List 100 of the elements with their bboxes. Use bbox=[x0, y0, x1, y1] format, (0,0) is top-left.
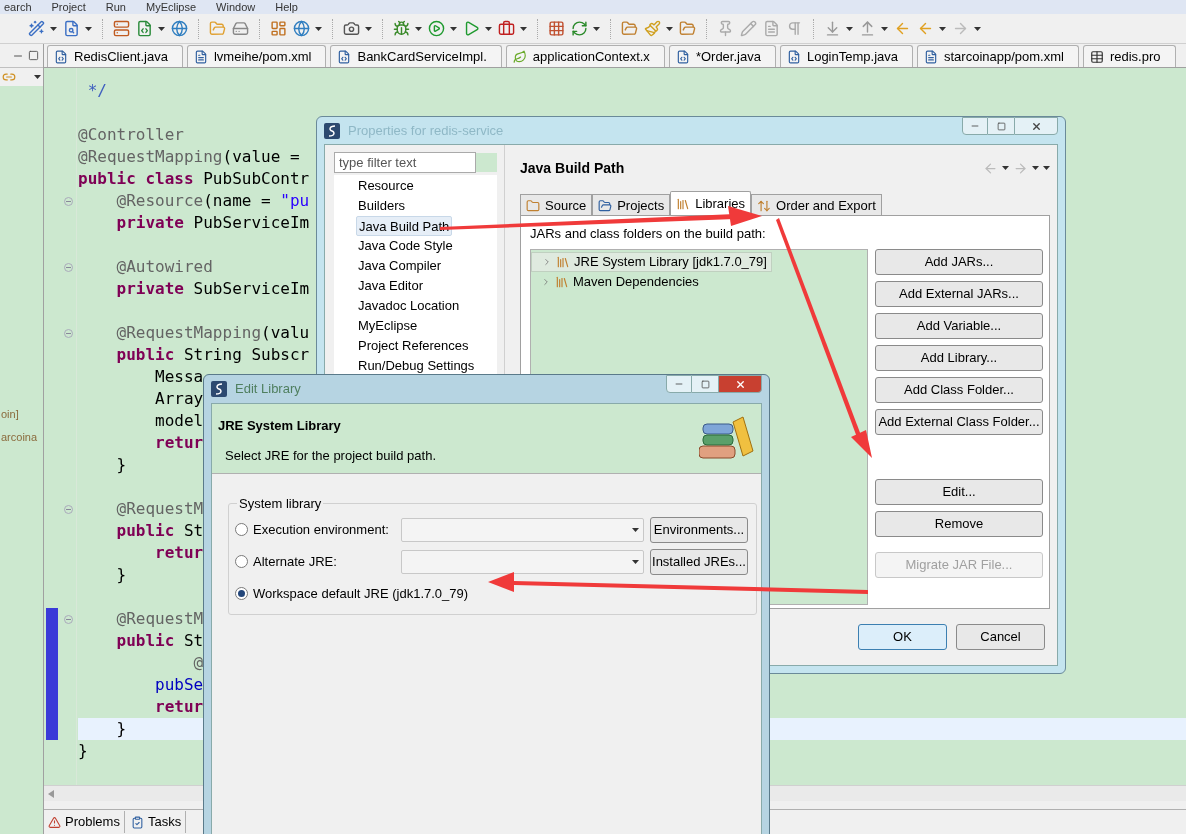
editor-tab[interactable]: starcoinapp/pom.xml bbox=[917, 45, 1079, 67]
caret-icon[interactable] bbox=[974, 26, 981, 31]
pencil-icon[interactable] bbox=[740, 20, 757, 37]
menu-item[interactable]: Window bbox=[216, 0, 256, 14]
radio-button[interactable] bbox=[235, 523, 248, 536]
arrow-down-icon[interactable] bbox=[824, 20, 841, 37]
link-icon[interactable] bbox=[2, 70, 16, 84]
document-icon[interactable] bbox=[763, 20, 780, 37]
tree-item[interactable]: MyEclipse bbox=[356, 316, 420, 336]
dashboard-icon[interactable] bbox=[270, 20, 287, 37]
caret-icon[interactable] bbox=[939, 26, 946, 31]
refresh-icon[interactable] bbox=[571, 20, 588, 37]
editor-tab[interactable]: lvmeihe/pom.xml bbox=[186, 45, 327, 67]
camera-icon[interactable] bbox=[343, 20, 360, 37]
maximize-icon[interactable] bbox=[28, 50, 39, 61]
close-button[interactable] bbox=[718, 375, 762, 393]
radio-label[interactable]: Execution environment: bbox=[253, 519, 389, 540]
scroll-left-icon[interactable] bbox=[48, 789, 54, 798]
briefcase-icon[interactable] bbox=[498, 20, 515, 37]
tree-item[interactable]: Resource bbox=[356, 176, 416, 196]
caret-icon[interactable] bbox=[34, 75, 41, 79]
radio-button[interactable] bbox=[235, 587, 248, 600]
tree-item[interactable]: Run/Debug Settings bbox=[356, 356, 477, 376]
caret-icon[interactable] bbox=[632, 527, 639, 532]
minimize-button[interactable] bbox=[666, 375, 692, 393]
radio-label[interactable]: Alternate JRE: bbox=[253, 551, 337, 572]
file-code-icon[interactable] bbox=[136, 20, 153, 37]
caret-icon[interactable] bbox=[158, 26, 165, 31]
caret-icon[interactable] bbox=[1002, 166, 1009, 170]
editor-tab[interactable]: BankCardServiceImpl. bbox=[330, 45, 502, 67]
globe-icon[interactable] bbox=[171, 20, 188, 37]
tree-item[interactable]: Project References bbox=[356, 336, 471, 356]
maximize-button[interactable] bbox=[988, 117, 1014, 135]
globe-icon[interactable] bbox=[293, 20, 310, 37]
dialog-button[interactable]: Installed JREs... bbox=[650, 548, 748, 575]
pin-icon[interactable] bbox=[717, 20, 734, 37]
editor-tab[interactable]: applicationContext.x bbox=[505, 45, 665, 67]
radio-label[interactable]: Workspace default JRE (jdk1.7.0_79) bbox=[253, 583, 469, 604]
filter-field[interactable]: type filter text bbox=[334, 152, 476, 173]
maximize-button[interactable] bbox=[692, 375, 718, 393]
dialog-button[interactable]: Add Library... bbox=[875, 344, 1043, 371]
dialog-button[interactable]: Environments... bbox=[650, 516, 748, 543]
tab[interactable]: Source bbox=[520, 194, 593, 216]
grid-icon[interactable] bbox=[548, 20, 565, 37]
caret-icon[interactable] bbox=[846, 26, 853, 31]
caret-icon[interactable] bbox=[632, 559, 639, 564]
dialog-button[interactable]: Edit... bbox=[875, 478, 1043, 505]
tree-item[interactable]: Java Code Style bbox=[356, 236, 455, 256]
caret-icon[interactable] bbox=[450, 26, 457, 31]
dialog-button[interactable]: OK bbox=[858, 624, 947, 650]
editor-tab[interactable]: RedisClient.java bbox=[47, 45, 183, 67]
bug-icon[interactable] bbox=[393, 20, 410, 37]
play-icon[interactable] bbox=[428, 20, 445, 37]
drive-icon[interactable] bbox=[232, 20, 249, 37]
dialog-button[interactable]: Cancel bbox=[956, 624, 1045, 650]
editor-tab[interactable]: LoginTemp.java bbox=[779, 45, 913, 67]
dialog-button[interactable]: Add JARs... bbox=[875, 248, 1043, 275]
tree-item[interactable]: oin] bbox=[1, 406, 43, 423]
caret-icon[interactable] bbox=[485, 26, 492, 31]
tree-item[interactable]: Java Compiler bbox=[356, 256, 444, 276]
caret-icon[interactable] bbox=[593, 26, 600, 31]
dialog-button[interactable]: Add Class Folder... bbox=[875, 376, 1043, 403]
folder-icon[interactable] bbox=[621, 20, 638, 37]
caret-icon[interactable] bbox=[50, 26, 57, 31]
dialog-button[interactable]: Add External JARs... bbox=[875, 280, 1043, 307]
menu-item[interactable]: earch bbox=[4, 0, 32, 14]
view-tab[interactable]: Tasks bbox=[126, 811, 187, 833]
menu-item[interactable]: Run bbox=[105, 0, 126, 14]
tree-item[interactable]: arcoina bbox=[1, 428, 43, 445]
folder-icon[interactable] bbox=[679, 20, 696, 37]
editor-tab[interactable]: *Order.java bbox=[668, 45, 776, 67]
caret-icon[interactable] bbox=[881, 26, 888, 31]
tree-item[interactable]: Builders bbox=[356, 196, 407, 216]
library-item[interactable]: Maven Dependencies bbox=[531, 271, 703, 292]
tab[interactable]: Order and Export bbox=[751, 194, 882, 216]
radio-button[interactable] bbox=[235, 555, 248, 568]
tab[interactable]: Projects bbox=[592, 194, 671, 216]
minimize-button[interactable] bbox=[962, 117, 988, 135]
caret-icon[interactable] bbox=[365, 26, 372, 31]
wand-icon[interactable] bbox=[28, 20, 45, 37]
back-icon[interactable] bbox=[894, 20, 911, 37]
library-item[interactable]: JRE System Library [jdk1.7.0_79] bbox=[531, 251, 772, 272]
tree-item[interactable]: Javadoc Location bbox=[356, 296, 462, 316]
caret-icon[interactable] bbox=[415, 26, 422, 31]
dialog-button[interactable]: Remove bbox=[875, 510, 1043, 537]
close-button[interactable] bbox=[1014, 117, 1058, 135]
caret-icon[interactable] bbox=[85, 26, 92, 31]
brush-icon[interactable] bbox=[644, 20, 661, 37]
caret-icon[interactable] bbox=[315, 26, 322, 31]
tree-item[interactable]: Java Editor bbox=[356, 276, 426, 296]
dialog-button[interactable]: Add Variable... bbox=[875, 312, 1043, 339]
server-icon[interactable] bbox=[113, 20, 130, 37]
file-search-icon[interactable] bbox=[63, 20, 80, 37]
menu-item[interactable]: Project bbox=[51, 0, 86, 14]
pilcrow-icon[interactable] bbox=[786, 20, 803, 37]
caret-icon[interactable] bbox=[666, 26, 673, 31]
view-tab[interactable]: Problems bbox=[44, 811, 125, 833]
editor-tab[interactable]: redis.pro bbox=[1082, 45, 1176, 67]
dialog-button[interactable]: Add External Class Folder... bbox=[875, 408, 1043, 435]
menu-item[interactable]: Help bbox=[275, 0, 298, 14]
